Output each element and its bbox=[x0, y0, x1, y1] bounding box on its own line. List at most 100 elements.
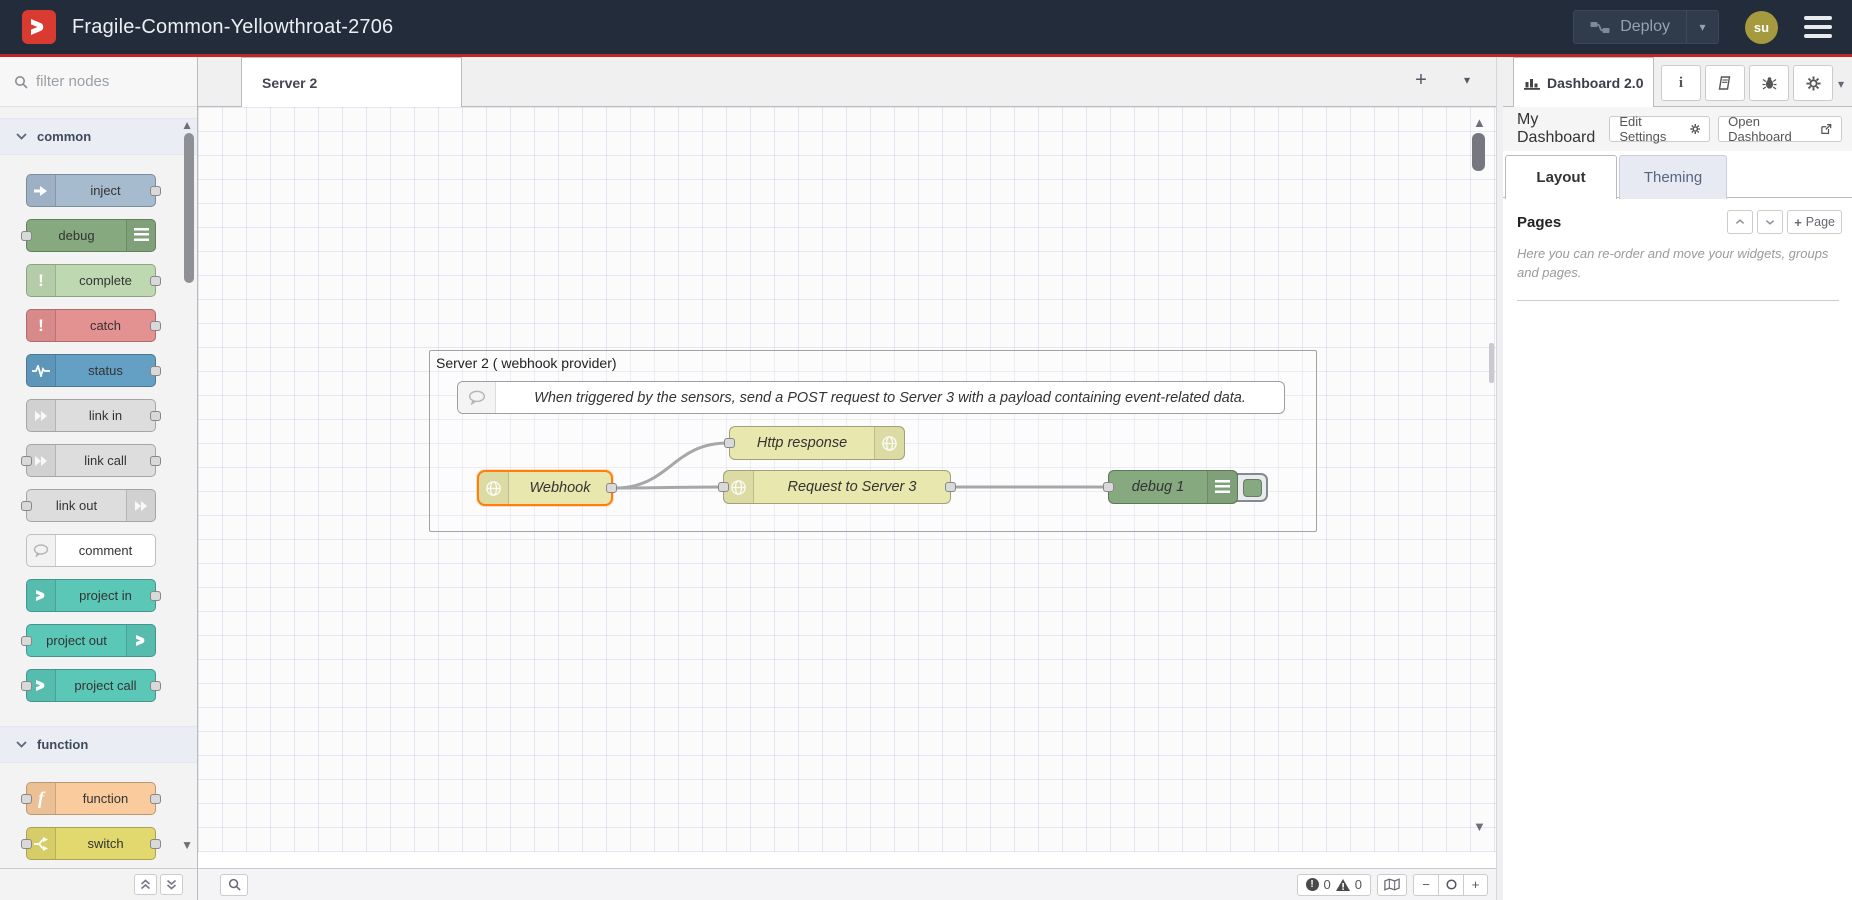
canvas-sidebar-divider[interactable] bbox=[1496, 57, 1503, 900]
palette-node-debug[interactable]: debug bbox=[26, 219, 156, 252]
palette-node-project-call[interactable]: project call bbox=[26, 669, 156, 702]
palette-node-link-call[interactable]: link call bbox=[26, 444, 156, 477]
chevron-down-icon bbox=[16, 133, 27, 140]
input-port[interactable] bbox=[21, 839, 32, 849]
tab-dashboard-2-0[interactable]: Dashboard 2.0 bbox=[1513, 57, 1654, 108]
output-port[interactable] bbox=[150, 681, 161, 691]
user-avatar[interactable]: su bbox=[1745, 11, 1778, 44]
open-dashboard-button[interactable]: Open Dashboard bbox=[1718, 116, 1842, 142]
palette-node-link-out[interactable]: link out bbox=[26, 489, 156, 522]
config-nodes-tab-button[interactable] bbox=[1793, 65, 1833, 101]
search-flows-button[interactable] bbox=[220, 874, 248, 896]
flow-tab-bar: Server 2 + ▾ bbox=[198, 57, 1496, 107]
pages-help-text: Here you can re-order and move your widg… bbox=[1517, 245, 1837, 283]
output-port[interactable] bbox=[945, 482, 956, 492]
error-icon: ! bbox=[1306, 878, 1319, 891]
navigator-map-button[interactable] bbox=[1377, 874, 1407, 896]
palette-filter-input[interactable] bbox=[36, 73, 176, 90]
flow-node-http-response[interactable]: Http response bbox=[729, 426, 905, 460]
flow-tab-server-2[interactable]: Server 2 bbox=[241, 57, 462, 108]
deploy-button[interactable]: Deploy ▾ bbox=[1573, 10, 1719, 44]
input-port[interactable] bbox=[21, 681, 32, 691]
input-port[interactable] bbox=[1103, 482, 1114, 492]
palette-node-complete[interactable]: ! complete bbox=[26, 264, 156, 297]
expand-all-button[interactable] bbox=[160, 874, 183, 895]
comment-node[interactable]: When triggered by the sensors, send a PO… bbox=[457, 381, 1285, 414]
palette-category-function[interactable]: function bbox=[0, 726, 197, 763]
palette-node-inject[interactable]: inject bbox=[26, 174, 156, 207]
group-label: Server 2 ( webhook provider) bbox=[436, 355, 617, 371]
output-port[interactable] bbox=[150, 276, 161, 286]
flow-node-debug-1[interactable]: debug 1 bbox=[1108, 470, 1238, 504]
output-port[interactable] bbox=[150, 456, 161, 466]
speech-bubble-icon bbox=[27, 535, 56, 566]
sidebar-resize-handle[interactable] bbox=[1489, 343, 1494, 383]
palette-node-project-in[interactable]: project in bbox=[26, 579, 156, 612]
output-port[interactable] bbox=[150, 794, 161, 804]
external-link-icon bbox=[1821, 123, 1832, 135]
error-count: 0 bbox=[1324, 877, 1331, 892]
collapse-all-button[interactable] bbox=[134, 874, 157, 895]
palette-category-common[interactable]: common bbox=[0, 118, 197, 155]
canvas-scroll-down-arrow[interactable]: ▼ bbox=[1473, 819, 1486, 834]
input-port[interactable] bbox=[21, 231, 32, 241]
move-page-down-button[interactable] bbox=[1757, 210, 1783, 234]
flow-list-caret[interactable]: ▾ bbox=[1464, 73, 1470, 87]
debug-messages-tab-button[interactable] bbox=[1749, 65, 1789, 101]
right-sidebar: Dashboard 2.0 i ▾ My Dashboard Edit Sett… bbox=[1503, 57, 1852, 900]
exclamation-icon: ! bbox=[27, 310, 56, 341]
add-page-button[interactable]: + Page bbox=[1787, 210, 1842, 234]
canvas-scroll-right-arrow[interactable]: ▶ bbox=[1448, 851, 1458, 852]
palette-scrollbar[interactable] bbox=[184, 133, 194, 283]
output-port[interactable] bbox=[150, 366, 161, 376]
move-page-up-button[interactable] bbox=[1727, 210, 1753, 234]
palette-node-catch[interactable]: ! catch bbox=[26, 309, 156, 342]
flow-node-webhook-selected[interactable]: Webhook bbox=[477, 470, 613, 506]
tab-theming[interactable]: Theming bbox=[1619, 155, 1727, 199]
input-port[interactable] bbox=[21, 636, 32, 646]
node-red-icon bbox=[126, 625, 155, 656]
input-port[interactable] bbox=[724, 438, 735, 448]
canvas-vertical-scrollbar[interactable] bbox=[1472, 133, 1485, 171]
header-bar: Fragile-Common-Yellowthroat-2706 Deploy … bbox=[0, 0, 1852, 54]
input-port[interactable] bbox=[718, 482, 729, 492]
search-icon bbox=[14, 75, 28, 89]
output-port[interactable] bbox=[150, 839, 161, 849]
palette-scroll-up-arrow[interactable]: ▲ bbox=[181, 118, 193, 132]
palette-node-switch[interactable]: switch bbox=[26, 827, 156, 860]
output-port[interactable] bbox=[150, 186, 161, 196]
palette-node-comment[interactable]: comment bbox=[26, 534, 156, 567]
help-book-tab-button[interactable] bbox=[1705, 65, 1745, 101]
zoom-in-button[interactable]: + bbox=[1463, 874, 1488, 896]
input-port[interactable] bbox=[21, 501, 32, 511]
deploy-options-caret[interactable]: ▾ bbox=[1686, 11, 1718, 43]
flow-node-request-to-server-3[interactable]: Request to Server 3 bbox=[723, 470, 951, 504]
canvas-scroll-up-arrow[interactable]: ▲ bbox=[1473, 115, 1486, 130]
book-icon bbox=[1718, 76, 1732, 90]
main-menu-button[interactable] bbox=[1804, 16, 1832, 38]
dashboard-title: My Dashboard bbox=[1517, 111, 1609, 147]
globe-icon bbox=[479, 472, 509, 504]
palette-search[interactable] bbox=[0, 57, 197, 107]
output-port[interactable] bbox=[150, 411, 161, 421]
add-flow-button[interactable]: + bbox=[1408, 69, 1434, 92]
output-port[interactable] bbox=[150, 591, 161, 601]
notifications-status-button[interactable]: ! 0 0 bbox=[1297, 874, 1371, 896]
zoom-out-button[interactable]: − bbox=[1413, 874, 1438, 896]
tab-layout[interactable]: Layout bbox=[1505, 155, 1617, 199]
input-port[interactable] bbox=[21, 794, 32, 804]
palette-node-function[interactable]: f function bbox=[26, 782, 156, 815]
palette-node-status[interactable]: status bbox=[26, 354, 156, 387]
output-port[interactable] bbox=[606, 483, 617, 493]
zoom-reset-button[interactable] bbox=[1438, 874, 1463, 896]
palette-node-project-out[interactable]: project out bbox=[26, 624, 156, 657]
palette-node-link-in[interactable]: link in bbox=[26, 399, 156, 432]
sidebar-tabs-caret[interactable]: ▾ bbox=[1838, 77, 1844, 91]
edit-settings-button[interactable]: Edit Settings bbox=[1609, 116, 1710, 142]
workspace-grid[interactable]: Server 2 ( webhook provider) When trigge… bbox=[198, 107, 1496, 852]
palette-scroll-down-arrow[interactable]: ▼ bbox=[181, 838, 193, 852]
output-port[interactable] bbox=[150, 321, 161, 331]
canvas-scroll-left-arrow[interactable]: ◀ bbox=[210, 851, 220, 852]
info-tab-button[interactable]: i bbox=[1661, 65, 1701, 101]
input-port[interactable] bbox=[21, 456, 32, 466]
